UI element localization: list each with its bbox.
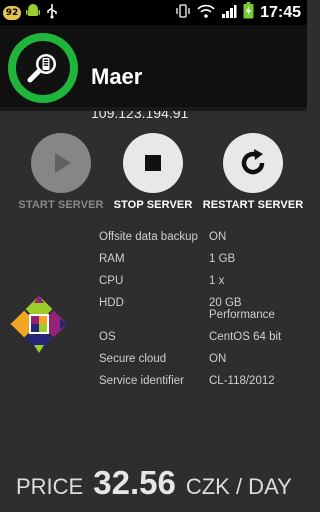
app-logo xyxy=(8,33,78,103)
price-bar: PRICE 32.56 CZK / DAY xyxy=(16,464,306,502)
clock: 17:45 xyxy=(260,3,301,21)
price-unit: CZK / DAY xyxy=(185,474,292,499)
magnifier-server-icon xyxy=(27,54,56,83)
spec-row-ram: RAM 1 GB xyxy=(99,253,304,265)
spec-row-service-id: Service identifier CL-118/2012 xyxy=(99,375,304,387)
spec-value: ON xyxy=(209,231,227,243)
spec-label: HDD xyxy=(99,297,124,309)
spec-row-secure-cloud: Secure cloud ON xyxy=(99,353,304,365)
signal-icon xyxy=(221,3,237,23)
status-bar: 92 17:45 xyxy=(0,0,307,25)
server-actions: START SERVER STOP SERVER RESTART SERVER xyxy=(0,133,307,211)
spec-value: 1 x xyxy=(209,275,225,287)
spec-value: CL-118/2012 xyxy=(209,375,275,387)
spec-row-backup: Offsite data backup ON xyxy=(99,231,304,243)
restart-server-label: RESTART SERVER xyxy=(202,199,304,211)
spec-label: CPU xyxy=(99,275,124,287)
wifi-icon xyxy=(197,3,215,23)
server-name: Maer xyxy=(91,64,143,89)
usb-icon xyxy=(45,3,59,23)
centos-logo xyxy=(8,293,70,355)
stop-server-button[interactable]: STOP SERVER xyxy=(98,133,208,211)
play-icon xyxy=(55,153,71,173)
server-ip-address: 109.123.194.91 xyxy=(91,105,189,121)
spec-label: Offsite data backup xyxy=(99,231,198,243)
price-label: PRICE xyxy=(16,474,84,499)
restart-icon xyxy=(241,149,265,175)
battery-charging-icon xyxy=(243,2,254,23)
notification-count-badge: 92 xyxy=(3,5,21,20)
server-specs: Offsite data backup ON RAM 1 GB CPU 1 x … xyxy=(99,231,304,397)
vibrate-icon xyxy=(175,3,191,23)
stop-server-label: STOP SERVER xyxy=(113,199,193,211)
spec-row-cpu: CPU 1 x xyxy=(99,275,304,287)
server-header: Maer 109.123.194.91 xyxy=(0,25,307,121)
spec-label: Service identifier xyxy=(99,375,185,387)
spec-value: ON xyxy=(209,353,227,365)
spec-row-os: OS CentOS 64 bit xyxy=(99,331,304,343)
spec-label: Secure cloud xyxy=(99,353,167,365)
spec-value: CentOS 64 bit xyxy=(209,331,282,343)
spec-value: 20 GB Performance xyxy=(209,297,275,321)
stop-icon xyxy=(145,155,161,171)
spec-row-hdd: HDD 20 GB Performance xyxy=(99,297,304,321)
spec-label: RAM xyxy=(99,253,125,265)
restart-server-button[interactable]: RESTART SERVER xyxy=(198,133,308,211)
spec-value: 1 GB xyxy=(209,253,236,265)
price-value: 32.56 xyxy=(93,464,176,501)
spec-label: OS xyxy=(99,331,116,343)
android-icon xyxy=(25,3,41,23)
